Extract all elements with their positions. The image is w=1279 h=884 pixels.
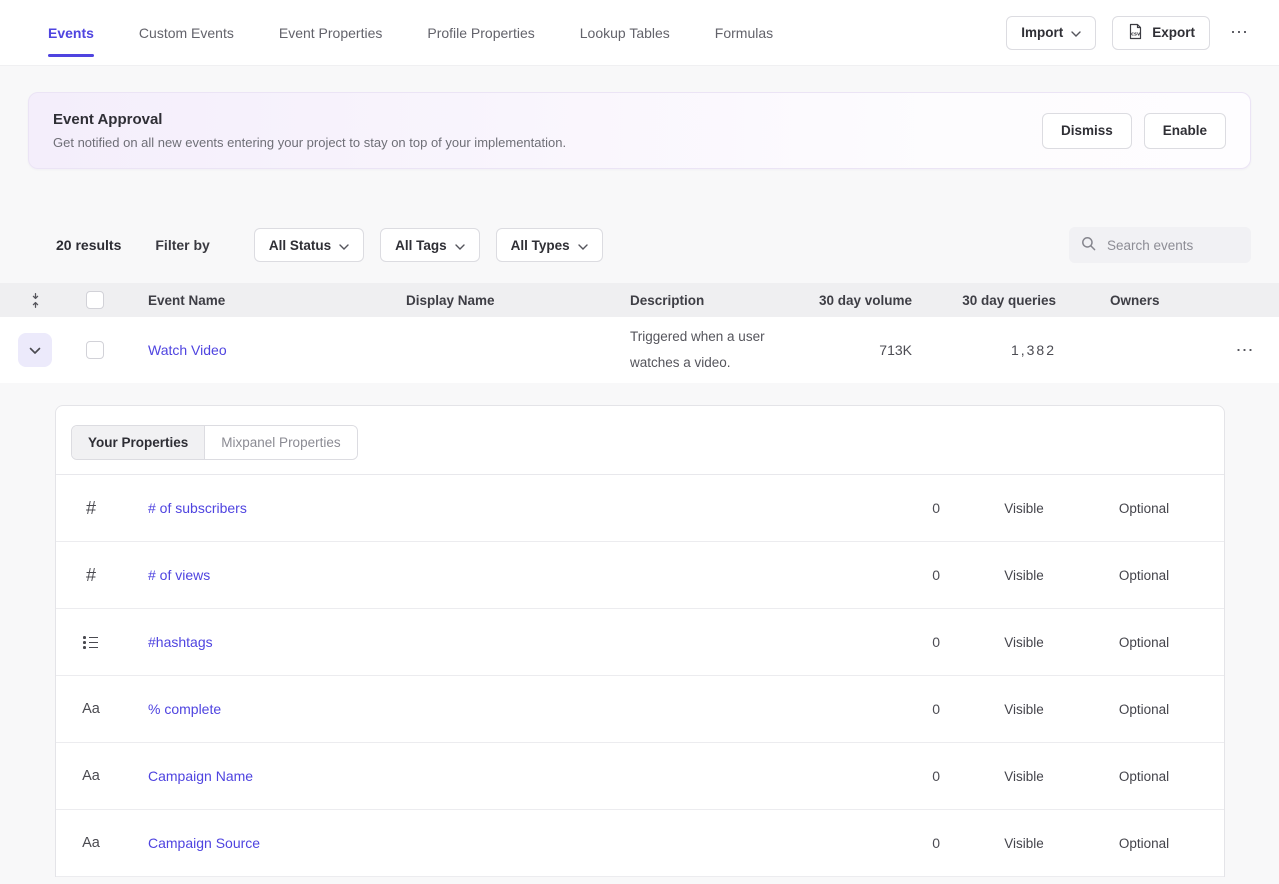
- property-row: Campaign Source 0 Visible Optional: [56, 810, 1224, 877]
- banner-actions: Dismiss Enable: [1042, 113, 1226, 149]
- row-checkbox[interactable]: [86, 341, 104, 359]
- property-count: 0: [834, 500, 964, 516]
- property-name-link[interactable]: # of views: [126, 567, 834, 583]
- tab-event-properties[interactable]: Event Properties: [279, 21, 383, 45]
- tab-mixpanel-properties[interactable]: Mixpanel Properties: [204, 426, 356, 459]
- export-button[interactable]: csv Export: [1112, 16, 1210, 50]
- dismiss-button[interactable]: Dismiss: [1042, 113, 1132, 149]
- chevron-down-icon: [455, 238, 465, 253]
- column-30-day-queries: 30 day queries: [920, 293, 1060, 308]
- property-name-link[interactable]: Campaign Source: [126, 835, 834, 851]
- column-owners: Owners: [1060, 293, 1203, 308]
- property-count: 0: [834, 701, 964, 717]
- chevron-down-icon: [29, 343, 41, 358]
- chevron-down-icon: [1071, 25, 1081, 40]
- property-visibility[interactable]: Visible: [964, 568, 1084, 583]
- event-approval-banner: Event Approval Get notified on all new e…: [28, 92, 1251, 169]
- results-count: 20 results: [56, 237, 121, 253]
- collapse-rows-icon[interactable]: [0, 293, 70, 308]
- chevron-down-icon: [578, 238, 588, 253]
- banner-description: Get notified on all new events entering …: [53, 135, 566, 150]
- event-row: Watch Video Triggered when a user watche…: [0, 317, 1279, 383]
- banner-title: Event Approval: [53, 111, 566, 128]
- property-requirement[interactable]: Optional: [1084, 568, 1204, 583]
- event-volume: 713K: [792, 342, 920, 358]
- search-events-box: [1069, 227, 1251, 263]
- property-visibility[interactable]: Visible: [964, 836, 1084, 851]
- search-input[interactable]: [1105, 237, 1239, 254]
- property-requirement[interactable]: Optional: [1084, 501, 1204, 516]
- search-icon: [1081, 236, 1096, 254]
- filter-by-label: Filter by: [155, 237, 209, 253]
- property-count: 0: [834, 768, 964, 784]
- types-filter-label: All Types: [511, 238, 570, 253]
- event-description: Triggered when a user watches a video.: [602, 324, 792, 376]
- lexicon-tabs: Events Custom Events Event Properties Pr…: [26, 21, 773, 45]
- tab-lookup-tables[interactable]: Lookup Tables: [580, 21, 670, 45]
- property-count: 0: [834, 835, 964, 851]
- property-visibility[interactable]: Visible: [964, 501, 1084, 516]
- property-name-link[interactable]: % complete: [126, 701, 834, 717]
- event-name-link[interactable]: Watch Video: [148, 342, 227, 358]
- tab-formulas[interactable]: Formulas: [715, 21, 773, 45]
- properties-tabbar: Your Properties Mixpanel Properties: [56, 406, 1224, 475]
- top-navigation: Events Custom Events Event Properties Pr…: [0, 0, 1279, 66]
- property-count: 0: [834, 567, 964, 583]
- properties-tab-group: Your Properties Mixpanel Properties: [71, 425, 358, 460]
- property-row: Campaign Name 0 Visible Optional: [56, 743, 1224, 810]
- tab-your-properties[interactable]: Your Properties: [72, 426, 204, 459]
- property-row: # of views 0 Visible Optional: [56, 542, 1224, 609]
- number-type-icon: [80, 564, 102, 586]
- tab-events[interactable]: Events: [48, 21, 94, 45]
- collapse-row-button[interactable]: [18, 333, 52, 367]
- property-row: # of subscribers 0 Visible Optional: [56, 475, 1224, 542]
- property-row: % complete 0 Visible Optional: [56, 676, 1224, 743]
- number-type-icon: [80, 497, 102, 519]
- nav-actions: Import csv Export ⋯: [1006, 16, 1253, 50]
- tab-profile-properties[interactable]: Profile Properties: [427, 21, 534, 45]
- column-description: Description: [602, 293, 792, 308]
- chevron-down-icon: [339, 238, 349, 253]
- column-display-name: Display Name: [378, 293, 602, 308]
- status-filter-dropdown[interactable]: All Status: [254, 228, 364, 262]
- import-label: Import: [1021, 25, 1063, 40]
- property-requirement[interactable]: Optional: [1084, 635, 1204, 650]
- more-options-button[interactable]: ⋯: [1226, 22, 1253, 43]
- property-row: #hashtags 0 Visible Optional: [56, 609, 1224, 676]
- tags-filter-label: All Tags: [395, 238, 447, 253]
- text-type-icon: [80, 765, 102, 787]
- events-table-header: Event Name Display Name Description 30 d…: [0, 283, 1279, 317]
- status-filter-label: All Status: [269, 238, 331, 253]
- property-name-link[interactable]: Campaign Name: [126, 768, 834, 784]
- export-csv-icon: csv: [1127, 23, 1144, 43]
- property-count: 0: [834, 634, 964, 650]
- enable-button[interactable]: Enable: [1144, 113, 1226, 149]
- select-all-checkbox[interactable]: [86, 291, 104, 309]
- svg-text:csv: csv: [1131, 31, 1141, 37]
- types-filter-dropdown[interactable]: All Types: [496, 228, 603, 262]
- filter-row: 20 results Filter by All Status All Tags…: [28, 227, 1251, 263]
- tags-filter-dropdown[interactable]: All Tags: [380, 228, 480, 262]
- property-visibility[interactable]: Visible: [964, 769, 1084, 784]
- column-30-day-volume: 30 day volume: [792, 293, 920, 308]
- list-type-icon: [80, 631, 102, 653]
- event-queries: 1,382: [920, 342, 1060, 358]
- property-visibility[interactable]: Visible: [964, 635, 1084, 650]
- property-requirement[interactable]: Optional: [1084, 702, 1204, 717]
- export-label: Export: [1152, 25, 1195, 40]
- import-button[interactable]: Import: [1006, 16, 1096, 50]
- property-name-link[interactable]: #hashtags: [126, 634, 834, 650]
- property-requirement[interactable]: Optional: [1084, 769, 1204, 784]
- property-visibility[interactable]: Visible: [964, 702, 1084, 717]
- properties-panel: Your Properties Mixpanel Properties # of…: [55, 405, 1225, 877]
- tab-custom-events[interactable]: Custom Events: [139, 21, 234, 45]
- banner-text: Event Approval Get notified on all new e…: [53, 111, 566, 150]
- text-type-icon: [80, 698, 102, 720]
- row-more-button[interactable]: ⋯: [1203, 339, 1279, 362]
- column-event-name: Event Name: [120, 293, 378, 308]
- property-requirement[interactable]: Optional: [1084, 836, 1204, 851]
- text-type-icon: [80, 832, 102, 854]
- property-name-link[interactable]: # of subscribers: [126, 500, 834, 516]
